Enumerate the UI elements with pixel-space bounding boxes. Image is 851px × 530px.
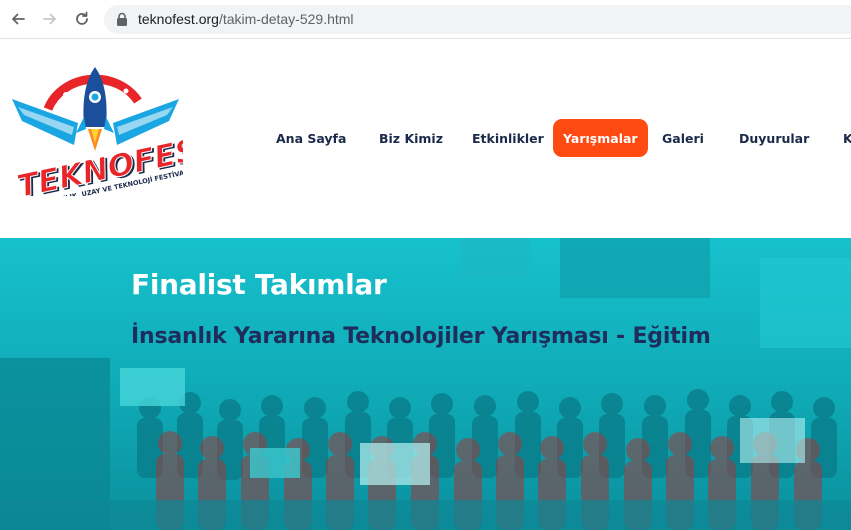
page-title: Finalist Takımlar — [131, 268, 387, 301]
url-domain: teknofest.org — [138, 11, 219, 27]
hero-banner: Finalist Takımlar İnsanlık Yararına Tekn… — [0, 238, 851, 530]
back-arrow-icon[interactable] — [8, 9, 28, 29]
nav-item-biz-kimiz[interactable]: Biz Kimiz — [369, 119, 453, 157]
nav-item-duyurular[interactable]: Duyurular — [729, 119, 819, 157]
main-nav: Ana Sayfa Biz Kimiz Etkinlikler Yarışmal… — [0, 119, 851, 157]
lock-icon[interactable] — [116, 12, 128, 27]
nav-item-yarismalar[interactable]: Yarışmalar — [553, 119, 648, 157]
forward-arrow-icon[interactable] — [40, 9, 60, 29]
nav-item-etkinlikler[interactable]: Etkinlikler — [462, 119, 554, 157]
reload-icon[interactable] — [72, 9, 92, 29]
url-path: /takim-detay-529.html — [218, 11, 354, 27]
hero-team-photo — [0, 238, 851, 530]
competition-subtitle: İnsanlık Yararına Teknolojiler Yarışması… — [131, 324, 711, 349]
nav-item-galeri[interactable]: Galeri — [652, 119, 714, 157]
nav-item-truncated[interactable]: K — [833, 119, 851, 157]
site-header: TEKNOFEST TEKNOFEST HAVACILIK, UZAY VE T… — [0, 39, 851, 238]
address-bar[interactable]: teknofest.org/takim-detay-529.html — [104, 5, 851, 34]
nav-item-ana-sayfa[interactable]: Ana Sayfa — [266, 119, 356, 157]
browser-toolbar: teknofest.org/takim-detay-529.html — [0, 0, 851, 39]
url-text: teknofest.org/takim-detay-529.html — [138, 11, 354, 27]
